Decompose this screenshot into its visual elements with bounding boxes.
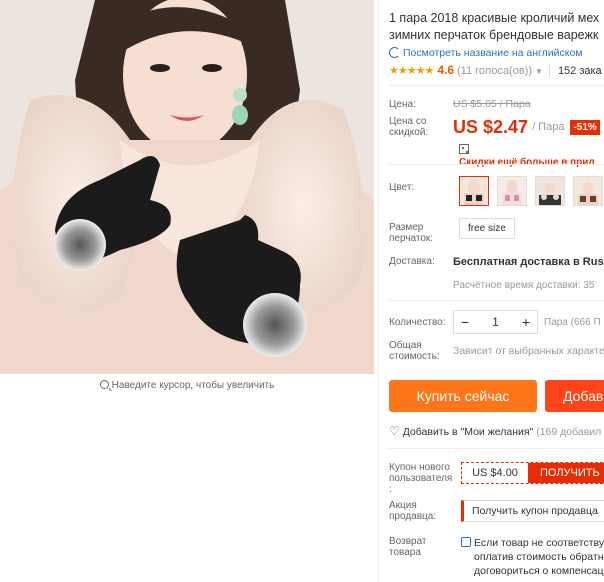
- orders-count: 152 зака: [548, 65, 602, 77]
- seller-promo-label: Акция продавца:: [389, 500, 461, 522]
- discount-badge: -51%: [570, 119, 600, 135]
- returns-line2: оплатив стоимость обратно: [474, 551, 604, 563]
- coupon-label-line1: Купон нового: [389, 462, 450, 473]
- size-label-text: Размер перчаток:: [389, 222, 453, 244]
- price-unit: / Пара: [532, 121, 565, 133]
- product-details: 1 пара 2018 красивые кроличий мех зимних…: [378, 0, 604, 582]
- new-user-coupon: US $4.00 ПОЛУЧИТЬ: [461, 462, 604, 484]
- coupon-label-line2: пользователя: [389, 473, 453, 484]
- returns-row: Возврат товара Если товар не соответству…: [389, 536, 604, 578]
- color-label: Цвет:: [389, 182, 453, 193]
- rating-row: ★★★★★ 4.6 (11 голоса(ов)) ▼ 152 зака: [389, 63, 604, 77]
- zoom-hint: Наведите курсор, чтобы увеличить: [0, 380, 374, 391]
- new-user-coupon-label: Купон нового пользователя :: [389, 462, 461, 495]
- magnifier-icon: [99, 380, 109, 389]
- total-label-line1: Общая: [389, 340, 422, 351]
- shipping-row: Доставка: Бесплатная доставка в Russia ▼…: [389, 256, 604, 291]
- translate-link[interactable]: Посмотреть название на английском: [389, 47, 604, 59]
- price-row: Цена: US $5.05 / Пара: [389, 98, 531, 110]
- color-swatch-4[interactable]: [573, 176, 603, 206]
- size-label: Размер перчаток:: [389, 222, 453, 244]
- seller-coupon-dropdown[interactable]: Получить купон продавца ▼: [461, 500, 604, 522]
- shipping-label: Доставка:: [389, 256, 435, 267]
- discount-price-row: Цена со скидкой: US $2.47 / Пара -51%: [389, 116, 600, 138]
- size-option-free[interactable]: free size: [459, 218, 515, 239]
- total-label: Общая стоимость:: [389, 340, 453, 362]
- shield-icon: [461, 537, 471, 547]
- total-row: Общая стоимость: Зависит от выбранных ха…: [389, 340, 604, 362]
- get-coupon-button[interactable]: ПОЛУЧИТЬ: [528, 463, 604, 483]
- quantity-row: Количество: − 1 + Пара (666 П: [389, 310, 601, 334]
- discount-label-line1: Цена со: [389, 116, 427, 127]
- returns-label-line1: Возврат: [389, 536, 427, 547]
- color-label-text: Цвет:: [389, 182, 415, 193]
- returns-text: Если товар не соответству оплатив стоимо…: [461, 536, 604, 578]
- seller-label-line1: Акция: [389, 500, 417, 511]
- divider: [389, 300, 604, 301]
- color-swatches: [459, 176, 603, 208]
- returns-label-line2: товара: [389, 547, 421, 558]
- total-value: Зависит от выбранных характе: [453, 345, 604, 357]
- translate-link-text: Посмотреть название на английском: [403, 47, 583, 59]
- old-price: US $5.05 / Пара: [453, 98, 531, 110]
- total-label-line2: стоимость:: [389, 351, 440, 362]
- quantity-label: Количество:: [389, 316, 446, 328]
- discount-price-label: Цена со скидкой:: [389, 116, 453, 138]
- wishlist-text: Добавить в "Мои желания": [402, 426, 534, 438]
- seller-label-line2: продавца:: [389, 511, 437, 522]
- returns-line1: Если товар не соответству: [474, 537, 604, 549]
- price-label: Цена:: [389, 98, 416, 110]
- divider: [389, 448, 604, 449]
- zoom-hint-text: Наведите курсор, чтобы увеличить: [111, 380, 275, 391]
- size-label-line1: Размер: [389, 222, 424, 233]
- product-title-line2: зимних перчаток брендовые варежк: [389, 28, 599, 42]
- seller-coupon-text: Получить купон продавца: [472, 505, 598, 517]
- color-swatch-3[interactable]: [535, 176, 565, 206]
- translate-icon: [389, 47, 400, 58]
- app-promo-text: Скидки ещё больше в прил: [459, 157, 595, 168]
- shipping-value-text: Бесплатная доставка в Russia: [453, 256, 604, 268]
- quantity-input[interactable]: 1: [476, 315, 515, 329]
- sale-price: US $2.47: [453, 116, 529, 137]
- coupon-label-line3: :: [389, 484, 392, 495]
- buy-now-button[interactable]: Купить сейчас: [389, 380, 537, 412]
- color-swatch-1[interactable]: [459, 176, 489, 206]
- divider: [389, 85, 604, 86]
- product-gallery: Наведите курсор, чтобы увеличить: [0, 0, 374, 400]
- coupon-amount: US $4.00: [472, 467, 518, 479]
- votes-link[interactable]: (11 голоса(ов)): [457, 65, 532, 77]
- size-label-line2: перчаток:: [389, 233, 434, 244]
- wishlist-count: (169 добавил: [536, 426, 602, 438]
- seller-promo-row: Акция продавца: Получить купон продавца …: [389, 500, 604, 522]
- rating-stars-icon: ★★★★★: [389, 65, 434, 77]
- returns-label: Возврат товара: [389, 536, 461, 558]
- quantity-minus-button[interactable]: −: [454, 314, 476, 330]
- color-swatch-2[interactable]: [497, 176, 527, 206]
- quantity-plus-button[interactable]: +: [515, 314, 537, 330]
- heart-icon: ♡: [389, 424, 400, 438]
- chevron-down-icon[interactable]: ▼: [535, 67, 543, 76]
- new-user-coupon-row: Купон нового пользователя : US $4.00 ПОЛ…: [389, 462, 604, 495]
- divider: [389, 164, 604, 165]
- main-product-image[interactable]: [0, 0, 374, 374]
- wishlist-link[interactable]: ♡ Добавить в "Мои желания" (169 добавил: [389, 424, 601, 438]
- shipping-value[interactable]: Бесплатная доставка в Russia ▼: [453, 256, 604, 268]
- qr-code-icon: [459, 144, 469, 154]
- product-title-line1: 1 пара 2018 красивые кроличий мех: [389, 11, 600, 25]
- quantity-stepper[interactable]: − 1 +: [453, 310, 538, 334]
- returns-line3: договориться о компенсаци: [474, 565, 604, 577]
- add-to-cart-button[interactable]: Добав: [545, 380, 604, 412]
- product-title: 1 пара 2018 красивые кроличий мех зимних…: [389, 10, 604, 44]
- available-stock: Пара (666 П: [544, 316, 601, 328]
- discount-label-line2: скидкой:: [389, 127, 429, 138]
- size-option[interactable]: free size: [459, 218, 515, 239]
- rating-value: 4.6: [437, 63, 454, 77]
- delivery-time: Расчётное время доставки: 35: [453, 280, 595, 291]
